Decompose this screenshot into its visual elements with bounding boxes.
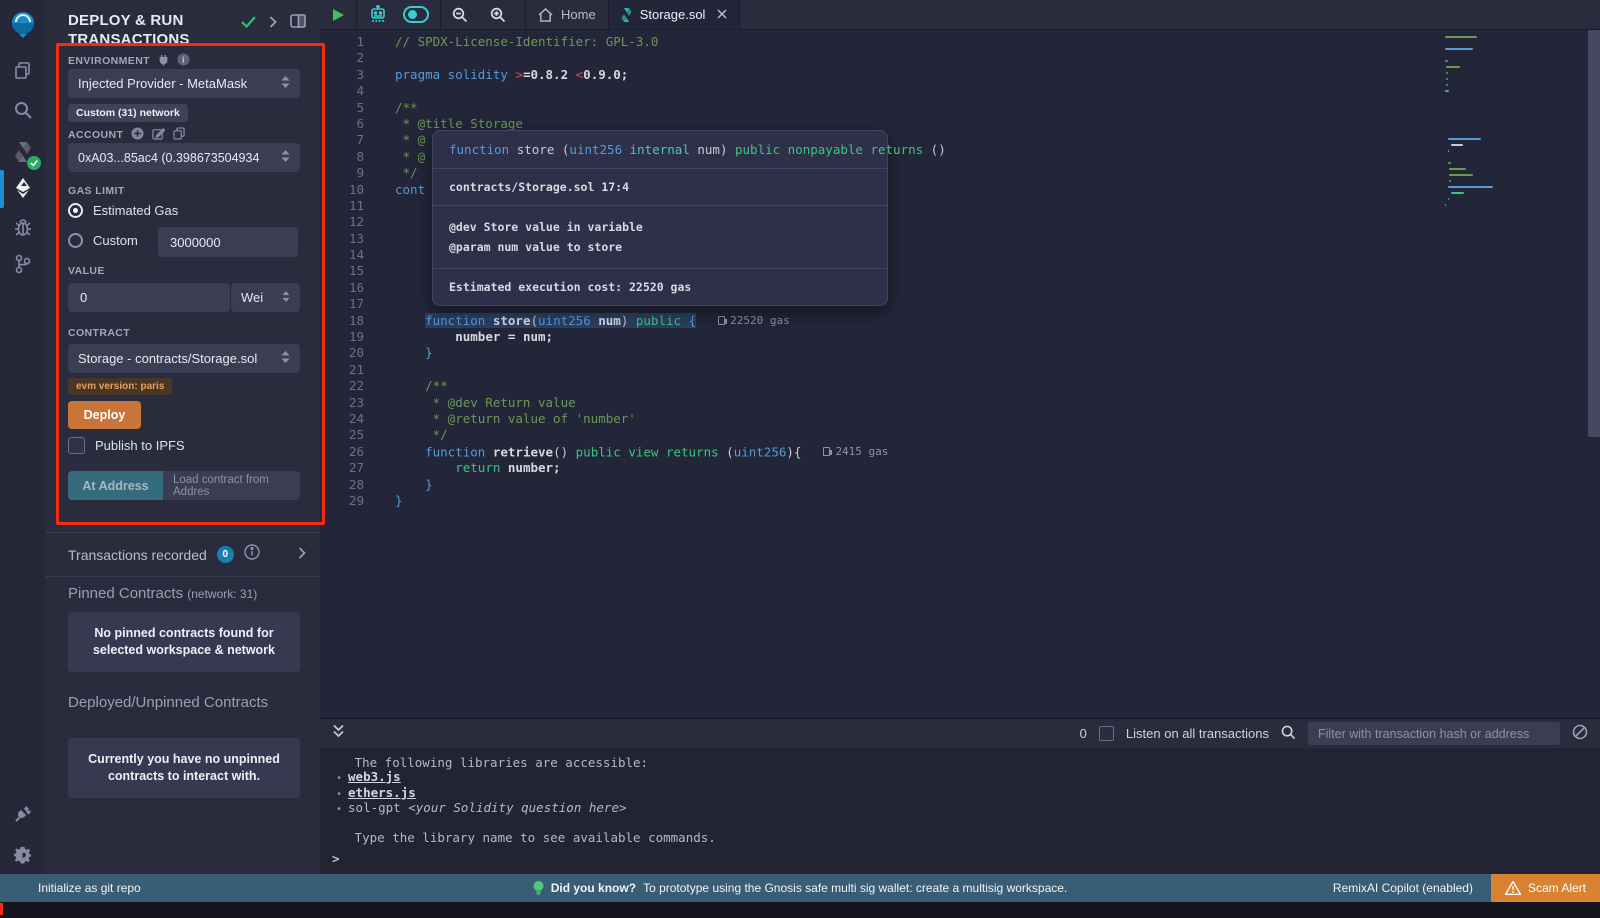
debugger-icon[interactable] — [0, 210, 45, 246]
compile-success-badge — [27, 156, 41, 170]
panel-collapse-icon[interactable] — [269, 15, 277, 33]
tab-home[interactable]: Home — [525, 0, 609, 29]
custom-gas-radio[interactable]: Custom — [68, 233, 138, 248]
value-label: VALUE — [68, 265, 105, 277]
value-unit-select[interactable]: Wei — [231, 283, 300, 312]
editor-gutter: 1234567891011121314151617181920212223242… — [320, 34, 378, 509]
clear-console-icon[interactable] — [1572, 724, 1588, 743]
zoom-in-icon[interactable] — [479, 0, 517, 29]
remix-ide-window: DEPLOY & RUN TRANSACTIONS ENVIRONMENT i … — [0, 0, 1600, 918]
tooltip-file-location: contracts/Storage.sol 17:4 — [433, 169, 887, 206]
listen-all-label: Listen on all transactions — [1126, 726, 1269, 741]
panel-title: DEPLOY & RUN TRANSACTIONS — [68, 11, 228, 49]
tooltip-signature: function store (uint256 internal num) pu… — [433, 131, 887, 169]
deploy-run-icon[interactable] — [0, 170, 45, 206]
tooltip-natspec: @dev Store value in variable @param num … — [433, 206, 887, 269]
add-account-icon[interactable] — [131, 127, 144, 143]
editor-tabbar: Home Storage.sol — [320, 0, 1600, 30]
sign-message-icon[interactable] — [152, 127, 165, 143]
status-bar: Initialize as git repo Did you know? To … — [0, 874, 1600, 902]
svg-text:i: i — [182, 55, 185, 64]
tooltip-gas-estimate: Estimated execution cost: 22520 gas — [433, 269, 887, 305]
pinned-contracts-title: Pinned Contracts (network: 31) — [68, 585, 257, 602]
terminal-lines: The following libraries are accessible:•… — [332, 756, 1600, 845]
evm-version-badge: evm version: paris — [68, 378, 172, 395]
contract-label: CONTRACT — [68, 327, 130, 339]
terminal-toolbar: 0 Listen on all transactions Filter with… — [320, 718, 1600, 748]
plug-small-icon[interactable] — [158, 54, 169, 69]
transactions-info-icon[interactable] — [244, 544, 260, 565]
terminal-prompt[interactable]: > — [332, 851, 340, 866]
deployed-contracts-title: Deployed/Unpinned Contracts — [68, 694, 268, 711]
remix-logo[interactable] — [0, 6, 45, 42]
warning-icon — [1505, 881, 1521, 895]
transactions-expand-icon[interactable] — [298, 546, 306, 564]
panel-pin-icon[interactable] — [290, 14, 306, 33]
account-select[interactable]: 0xA03...85ac4 (0.398673504934 — [68, 143, 300, 172]
function-hover-tooltip: function store (uint256 internal num) pu… — [432, 130, 888, 306]
copilot-toggle[interactable] — [392, 0, 440, 29]
bottom-strip — [0, 902, 1600, 918]
filter-input[interactable]: Filter with transaction hash or address — [1308, 722, 1560, 745]
git-icon[interactable] — [0, 246, 45, 282]
listen-all-checkbox[interactable] — [1099, 726, 1114, 741]
close-tab-icon[interactable] — [717, 7, 727, 22]
terminal-collapse-icon[interactable] — [332, 724, 345, 743]
lightbulb-icon — [533, 881, 544, 896]
terminal-output[interactable]: The following libraries are accessible:•… — [320, 748, 1600, 874]
account-label: ACCOUNT — [68, 127, 185, 143]
transaction-count: 0 — [1080, 726, 1087, 741]
chevron-updown-icon — [281, 76, 290, 91]
environment-info-icon[interactable]: i — [177, 53, 190, 69]
code-editor[interactable]: 1234567891011121314151617181920212223242… — [320, 30, 1600, 718]
terminal-link[interactable]: ethers.js — [348, 786, 416, 800]
editor-minimap[interactable] — [1445, 34, 1535, 208]
search-icon[interactable] — [0, 92, 45, 128]
publish-ipfs-checkbox[interactable] — [68, 437, 85, 454]
copy-account-icon[interactable] — [173, 127, 185, 143]
radio-unselected-icon — [68, 233, 83, 248]
plugin-manager-icon[interactable] — [0, 796, 45, 832]
ai-copilot-icon[interactable] — [357, 0, 392, 29]
zoom-out-icon[interactable] — [441, 0, 479, 29]
radio-selected-icon — [68, 203, 83, 218]
deploy-run-panel: DEPLOY & RUN TRANSACTIONS ENVIRONMENT i … — [45, 0, 320, 874]
at-address-button[interactable]: At Address — [68, 471, 163, 500]
main-area: Home Storage.sol 12345678910111213141516… — [320, 0, 1600, 874]
environment-label: ENVIRONMENT i — [68, 53, 190, 69]
gas-limit-label: GAS LIMIT — [68, 185, 125, 197]
deploy-button[interactable]: Deploy — [68, 401, 141, 429]
panel-check-icon — [241, 15, 256, 33]
terminal-link[interactable]: web3.js — [348, 770, 401, 784]
settings-icon[interactable] — [0, 836, 45, 872]
terminal-search-icon[interactable] — [1281, 725, 1296, 743]
copilot-status[interactable]: RemixAI Copilot (enabled) — [1333, 881, 1473, 895]
transactions-count-badge: 0 — [217, 546, 234, 563]
network-badge: Custom (31) network — [68, 104, 188, 122]
publish-ipfs-row[interactable]: Publish to IPFS — [68, 437, 185, 454]
scam-alert-button[interactable]: Scam Alert — [1491, 874, 1600, 902]
transactions-recorded-row[interactable]: Transactions recorded 0 — [45, 532, 320, 577]
git-init-button[interactable]: Initialize as git repo — [0, 881, 141, 895]
contract-select[interactable]: Storage - contracts/Storage.sol — [68, 344, 300, 373]
editor-scrollbar[interactable] — [1588, 30, 1600, 437]
value-input[interactable]: 0 — [68, 283, 230, 312]
run-script-button[interactable] — [320, 0, 356, 29]
activity-bar — [0, 0, 45, 874]
custom-gas-input[interactable]: 3000000 — [158, 227, 298, 257]
estimated-gas-radio[interactable]: Estimated Gas — [68, 203, 178, 218]
solidity-compiler-icon[interactable] — [0, 134, 45, 170]
deployed-contracts-empty: Currently you have no unpinnedcontracts … — [68, 738, 300, 798]
tab-storage-sol[interactable]: Storage.sol — [609, 0, 741, 29]
red-notch — [0, 903, 3, 915]
pinned-contracts-empty: No pinned contracts found forselected wo… — [68, 612, 300, 672]
file-explorer-icon[interactable] — [0, 52, 45, 88]
at-address-input[interactable]: Load contract from Addres — [163, 471, 300, 500]
environment-select[interactable]: Injected Provider - MetaMask — [68, 69, 300, 98]
